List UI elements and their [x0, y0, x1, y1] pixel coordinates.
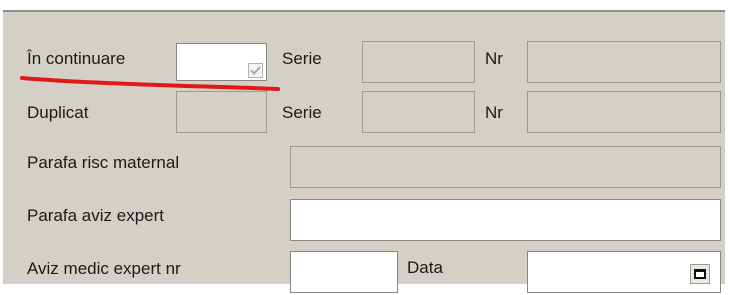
aviz-medic-expert-nr-input[interactable]: [290, 251, 398, 293]
duplicat-field[interactable]: [176, 91, 267, 133]
nr-input-1[interactable]: [527, 41, 721, 83]
parafa-aviz-expert-input[interactable]: [290, 199, 721, 241]
parafa-aviz-expert-label: Parafa aviz expert: [27, 206, 165, 225]
calendar-icon: [694, 269, 706, 279]
calendar-button[interactable]: [690, 264, 710, 284]
data-date-input[interactable]: [527, 251, 721, 293]
serie-input-1[interactable]: [362, 41, 475, 83]
parafa-risc-matern-input[interactable]: [290, 146, 721, 188]
nr-label-1: Nr: [485, 49, 503, 68]
data-label: Data: [407, 258, 443, 277]
serie-label-2: Serie: [282, 103, 322, 122]
nr-label-2: Nr: [485, 103, 503, 122]
nr-input-2[interactable]: [527, 91, 721, 133]
duplicat-label: Duplicat: [27, 103, 89, 122]
serie-input-2[interactable]: [362, 91, 475, 133]
aviz-medic-expert-nr-label: Aviz medic expert nr: [27, 259, 181, 278]
red-underline-annotation: [20, 76, 280, 91]
form-panel: În continuare Serie Nr Duplicat Serie Nr…: [3, 10, 725, 293]
parafa-risc-matern-label: Parafa risc maternal: [27, 153, 180, 172]
